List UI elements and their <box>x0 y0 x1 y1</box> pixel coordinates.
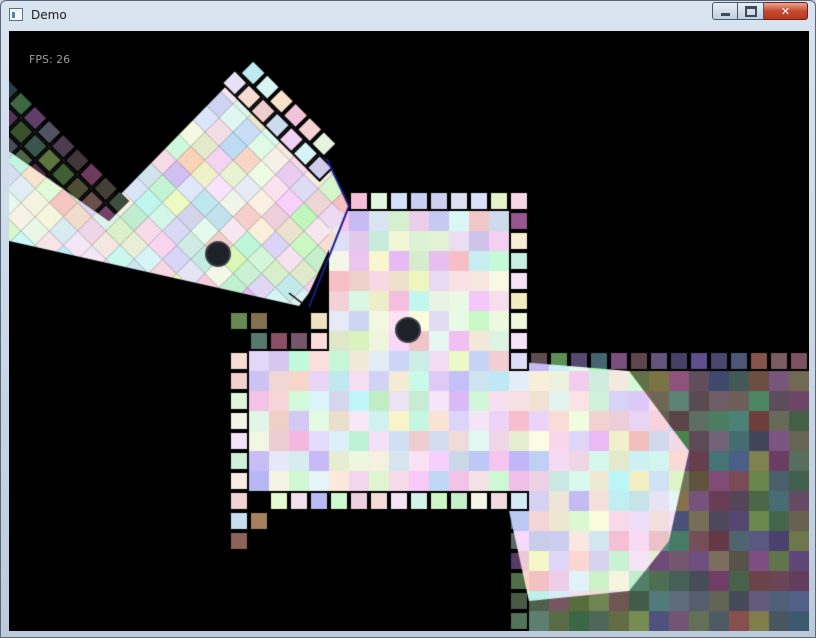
game-scene-canvas[interactable] <box>9 31 809 631</box>
window-title: Demo <box>31 8 67 22</box>
minimize-icon <box>720 12 730 16</box>
fps-counter: FPS: 26 <box>29 53 71 66</box>
title-bar[interactable]: Demo ✕ <box>1 1 815 29</box>
caption-buttons: ✕ <box>712 2 808 21</box>
maximize-button[interactable] <box>738 2 764 20</box>
window-app-icon[interactable] <box>9 8 23 21</box>
app-window: Demo ✕ FPS: 26 <box>0 0 816 638</box>
maximize-icon <box>744 5 757 17</box>
close-button[interactable]: ✕ <box>764 2 808 20</box>
game-viewport[interactable]: FPS: 26 <box>9 31 809 631</box>
minimize-button[interactable] <box>712 2 738 20</box>
close-icon: ✕ <box>780 4 791 18</box>
